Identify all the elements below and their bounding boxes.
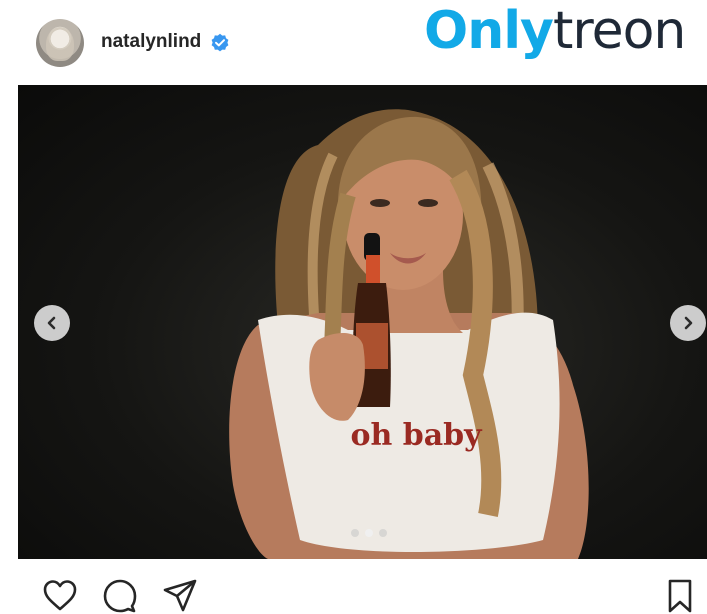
post-actions xyxy=(0,570,707,613)
comment-icon[interactable] xyxy=(102,578,138,614)
previous-slide-button[interactable] xyxy=(34,305,70,341)
brand-logo-treon: treon xyxy=(552,1,686,61)
post-header: natalynlind Onlytreon xyxy=(0,0,707,85)
share-icon[interactable] xyxy=(162,578,198,614)
post-photo[interactable]: oh baby xyxy=(18,85,707,559)
heart-icon[interactable] xyxy=(42,578,78,614)
chevron-left-icon xyxy=(47,316,56,330)
brand-logo-only: Only xyxy=(424,1,554,61)
username[interactable]: natalynlind xyxy=(101,31,201,53)
carousel-dot-active[interactable] xyxy=(365,529,373,537)
avatar[interactable] xyxy=(36,19,84,67)
next-slide-button[interactable] xyxy=(670,305,706,341)
carousel-dot[interactable] xyxy=(379,529,387,537)
photo-illustration: oh baby xyxy=(229,109,589,559)
shirt-text: oh baby xyxy=(350,418,483,453)
verified-badge-icon xyxy=(211,33,229,52)
carousel-indicator xyxy=(351,529,387,537)
bookmark-icon[interactable] xyxy=(662,578,698,614)
carousel-dot[interactable] xyxy=(351,529,359,537)
brand-logo[interactable]: Onlytreon xyxy=(424,0,686,62)
chevron-right-icon xyxy=(684,316,693,330)
